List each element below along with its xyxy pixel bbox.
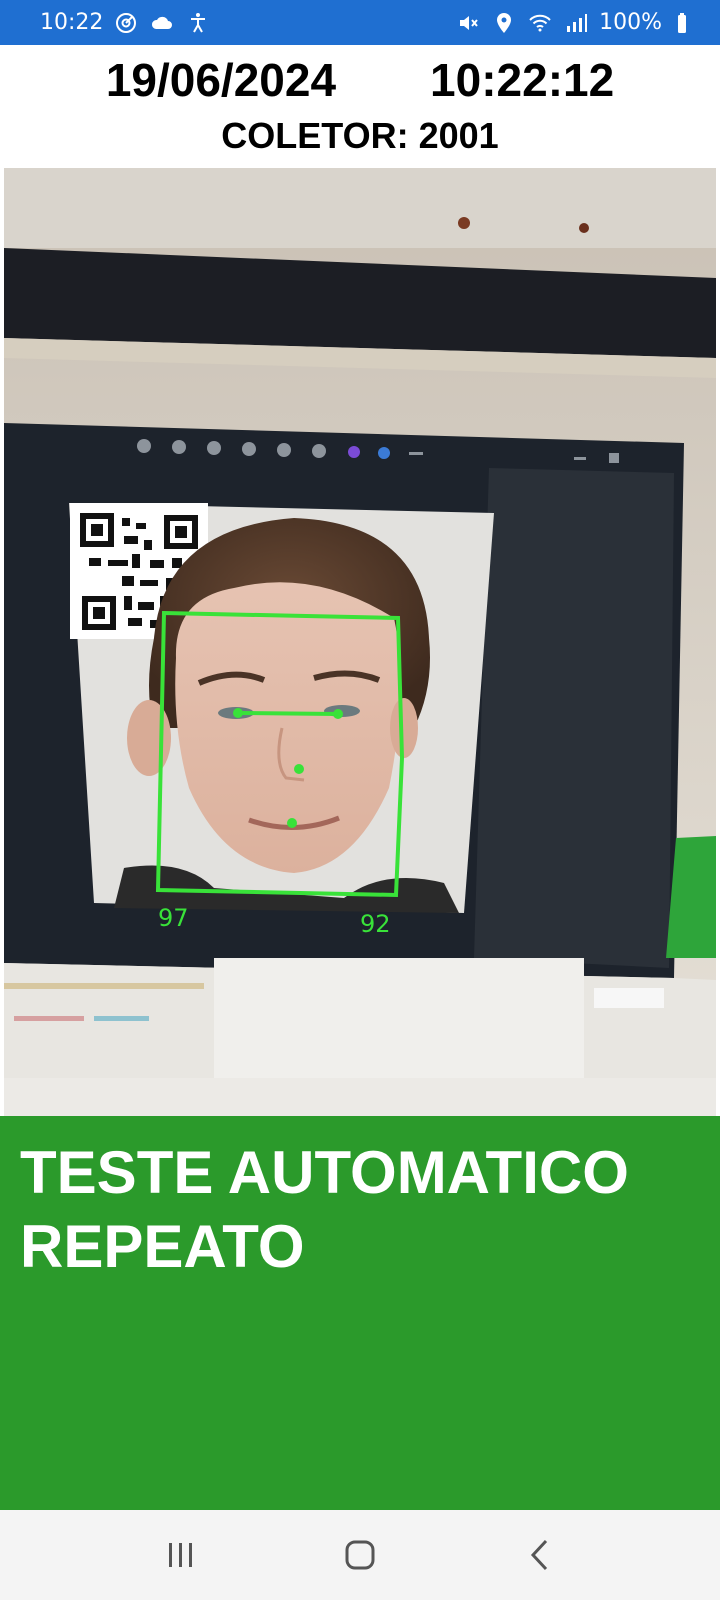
landmark-right-eye [333,709,343,719]
status-time: 10:22 [40,10,104,35]
accessibility-icon [185,10,211,36]
wifi-icon [527,10,553,36]
camera-scene [4,168,716,1116]
score-right: 92 [360,910,391,938]
landmark-mouth [287,818,297,828]
result-panel: TESTE AUTOMATICO REPEATO [0,1116,720,1510]
status-bar: 10:22 100% [0,0,720,45]
collector-label: COLETOR: 2001 [221,115,499,156]
result-line-1: TESTE AUTOMATICO [20,1139,629,1206]
header: 19/06/2024 10:22:12 COLETOR: 2001 [0,45,720,165]
header-time: 10:22:12 [430,54,615,106]
camera-preview: 97 92 [4,168,716,1116]
location-icon [491,10,517,36]
status-bar-right: 100% [455,10,698,36]
mute-icon [455,10,481,36]
battery-icon [672,10,698,36]
battery-percent: 100% [599,10,662,35]
score-left: 97 [158,904,189,932]
header-date: 19/06/2024 [105,54,337,106]
back-icon [530,1539,548,1571]
home-button[interactable] [330,1525,390,1585]
cloud-icon [149,10,175,36]
status-bar-left: 10:22 [40,10,211,36]
signal-icon [563,10,589,36]
recent-apps-icon [169,1543,192,1567]
home-icon [345,1540,375,1570]
landmark-nose [294,764,304,774]
result-line-2: REPEATO [20,1213,305,1280]
datetime-row: 19/06/2024 10:22:12 [0,53,720,107]
landmark-left-eye [233,708,243,718]
eye-line [237,711,339,716]
recent-apps-button[interactable] [150,1525,210,1585]
hotspot-icon [113,10,139,36]
navigation-bar [0,1510,720,1600]
back-button[interactable] [510,1525,570,1585]
